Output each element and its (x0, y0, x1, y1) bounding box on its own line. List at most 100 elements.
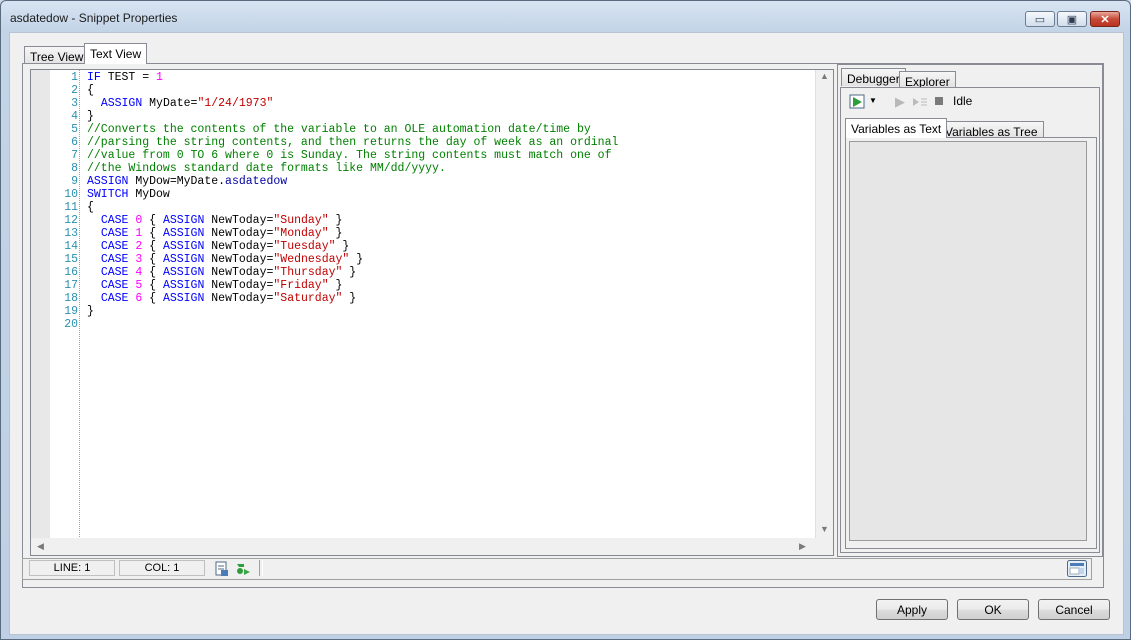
code-token: { (142, 214, 163, 227)
line-number: 20 (64, 318, 78, 331)
scroll-up-icon[interactable]: ▲ (820, 71, 829, 81)
line-numbers: 1 2 3 4 5 6 7 8 9 10 11 12 13 14 15 16 17 18 19 20 (50, 70, 80, 555)
line-number: 12 (64, 214, 78, 227)
code-token: "Thursday" (273, 266, 343, 279)
close-icon: ✕ (1100, 13, 1110, 26)
ok-button[interactable]: OK (957, 599, 1029, 620)
line-number: 14 (64, 240, 78, 253)
code-line[interactable]: CASE 0 { ASSIGN NewToday="Sunday" } (87, 214, 343, 227)
dropdown-arrow-icon[interactable]: ▼ (869, 96, 877, 105)
code-line[interactable]: CASE 2 { ASSIGN NewToday="Tuesday" } (87, 240, 350, 253)
code-line[interactable]: { (87, 201, 94, 214)
code-token: { (87, 84, 94, 97)
code-line[interactable]: } (87, 110, 94, 123)
code-token: } (342, 292, 357, 305)
print-icon[interactable] (213, 561, 229, 580)
code-token: "Tuesday" (273, 240, 336, 253)
code-token: MyDow=MyDate. (128, 175, 226, 188)
code-token: CASE (100, 240, 129, 253)
run-debug-icon[interactable] (849, 94, 867, 113)
code-token: NewToday= (204, 266, 274, 279)
tab-explorer[interactable]: Explorer (899, 71, 956, 89)
code-token: CASE (100, 253, 129, 266)
code-line[interactable]: ASSIGN MyDate="1/24/1973" (87, 97, 274, 110)
line-number: 7 (71, 149, 78, 162)
tab-debugger[interactable]: Debugger (841, 68, 906, 86)
code-line[interactable]: CASE 1 { ASSIGN NewToday="Monday" } (87, 227, 343, 240)
apply-button[interactable]: Apply (876, 599, 948, 620)
code-token: { (142, 253, 163, 266)
code-line[interactable]: CASE 3 { ASSIGN NewToday="Wednesday" } (87, 253, 363, 266)
status-bar: LINE: 1 COL: 1 (22, 558, 1092, 580)
code-token: CASE (100, 279, 129, 292)
status-line: LINE: 1 (29, 560, 115, 576)
code-token: NewToday= (204, 227, 274, 240)
debugger-panel: Debugger Explorer ▼ ▶ Idle Variables as … (837, 64, 1103, 557)
maximize-button[interactable]: ▣ (1057, 11, 1087, 27)
code-line[interactable]: SWITCH MyDow (87, 188, 170, 201)
code-line[interactable]: } (87, 305, 94, 318)
tab-variables-as-tree[interactable]: Variables as Tree (939, 121, 1044, 139)
vertical-scrollbar[interactable]: ▲ ▼ (815, 70, 833, 538)
line-number: 19 (64, 305, 78, 318)
code-line[interactable]: ASSIGN MyDow=MyDate.asdatedow (87, 175, 287, 188)
scroll-right-icon[interactable]: ▶ (799, 541, 806, 552)
execute-icon[interactable] (235, 561, 251, 580)
tab-label: Variables as Text (851, 122, 942, 136)
scroll-down-icon[interactable]: ▼ (820, 524, 829, 534)
close-button[interactable]: ✕ (1090, 11, 1120, 27)
maximize-icon: ▣ (1066, 13, 1078, 26)
debugger-state: Idle (953, 94, 973, 108)
tab-variables-as-text[interactable]: Variables as Text (845, 118, 948, 138)
variables-text-area[interactable] (849, 141, 1087, 541)
code-token: IF (87, 71, 101, 84)
step-icon[interactable]: ▶ (895, 94, 905, 110)
code-line[interactable]: { (87, 84, 94, 97)
code-token: ASSIGN (162, 240, 205, 253)
step-into-icon[interactable] (911, 94, 929, 113)
status-col: COL: 1 (119, 560, 205, 576)
minimize-button[interactable]: ▭ (1025, 11, 1055, 27)
code-token: ASSIGN (162, 266, 205, 279)
tab-text-view[interactable]: Text View (84, 43, 148, 64)
line-number: 16 (64, 266, 78, 279)
code-token: "Sunday" (273, 214, 329, 227)
editor-gutter (31, 70, 51, 555)
code-token: "Friday" (273, 279, 329, 292)
horizontal-scrollbar[interactable]: ◀ ▶ (31, 538, 815, 555)
code-line[interactable]: IF TEST = 1 (87, 71, 163, 84)
code-token: { (142, 240, 163, 253)
line-number: 18 (64, 292, 78, 305)
scroll-left-icon[interactable]: ◀ (37, 541, 44, 552)
cancel-button[interactable]: Cancel (1038, 599, 1110, 620)
variables-panel (845, 137, 1097, 549)
code-line[interactable]: CASE 5 { ASSIGN NewToday="Friday" } (87, 279, 343, 292)
code-line[interactable]: CASE 6 { ASSIGN NewToday="Saturday" } (87, 292, 356, 305)
code-token: CASE (100, 227, 129, 240)
status-separator (259, 560, 263, 576)
title-bar[interactable]: asdatedow - Snippet Properties ▭ ▣ ✕ (1, 1, 1130, 33)
code-token: //Converts the contents of the variable … (87, 123, 591, 136)
code-token: } (328, 227, 343, 240)
code-token: ASSIGN (162, 292, 205, 305)
code-token: NewToday= (204, 279, 274, 292)
tab-tree-view[interactable]: Tree View (24, 46, 90, 64)
line-number: 11 (64, 201, 78, 214)
stop-icon[interactable] (935, 97, 943, 105)
code-token: ASSIGN (100, 97, 143, 110)
code-line[interactable]: //Converts the contents of the variable … (87, 123, 591, 136)
panel-toggle-icon[interactable] (1067, 560, 1087, 580)
code-token: { (142, 292, 163, 305)
code-line[interactable]: //parsing the string contents, and then … (87, 136, 618, 149)
code-line[interactable]: //value from 0 TO 6 where 0 is Sunday. T… (87, 149, 612, 162)
code-token: } (328, 214, 343, 227)
code-editor[interactable]: 1 2 3 4 5 6 7 8 9 10 11 12 13 14 15 16 17 18 19 20 IF TEST … (30, 69, 834, 556)
code-token: MyDate= (142, 97, 198, 110)
code-line[interactable]: //the Windows standard date formats like… (87, 162, 446, 175)
code-line[interactable]: CASE 4 { ASSIGN NewToday="Thursday" } (87, 266, 356, 279)
code-token: MyDow (128, 188, 170, 201)
